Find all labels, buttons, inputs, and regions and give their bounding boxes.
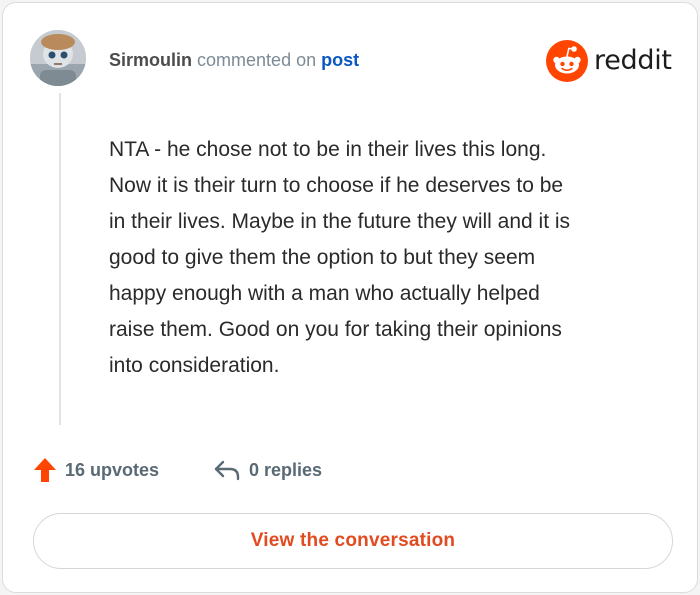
comment-body: NTA - he chose not to be in their lives … [109,138,571,377]
comment-header: Sirmoulin commented on post [109,49,359,71]
upvote-button[interactable]: 16 upvotes [33,456,159,484]
commented-on-text: commented on [197,50,317,70]
reply-icon [214,460,240,481]
arrow-up-icon [34,458,56,482]
thread-line [59,93,61,425]
username[interactable]: Sirmoulin [109,50,192,70]
avatar[interactable] [30,30,86,86]
reddit-logo[interactable]: reddit [546,40,672,82]
view-conversation-button[interactable]: View the conversation [33,513,673,569]
reddit-snoo-icon [546,40,588,82]
avatar-image [30,30,86,86]
reddit-comment-card: Sirmoulin commented on post reddit NTA -… [2,2,698,593]
post-link[interactable]: post [321,50,359,70]
reddit-wordmark: reddit [594,45,672,76]
upvote-count: 16 upvotes [65,459,160,480]
replies-button[interactable]: 0 replies [213,456,322,484]
reply-count: 0 replies [249,459,323,480]
